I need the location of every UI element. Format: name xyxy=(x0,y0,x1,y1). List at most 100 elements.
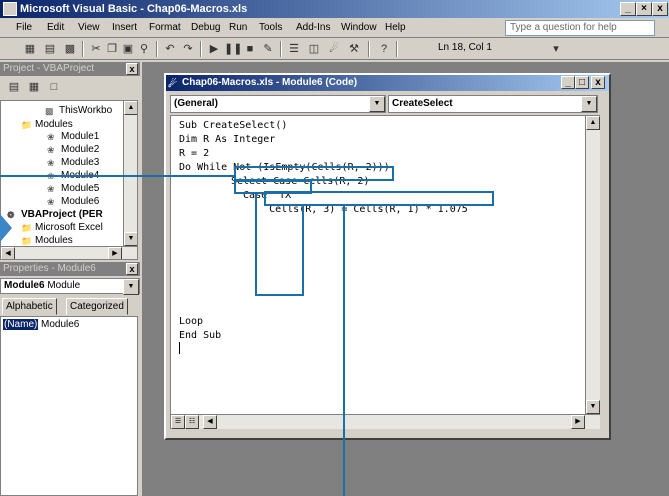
procedure-dropdown[interactable]: CreateSelect ▼ xyxy=(388,95,598,113)
redo-icon[interactable]: ↷ xyxy=(180,41,196,57)
procedure-dropdown-value: CreateSelect xyxy=(392,98,453,109)
full-module-view-icon[interactable]: ☷ xyxy=(185,415,199,429)
menu-view[interactable]: View xyxy=(78,21,100,35)
paste-icon[interactable]: ▣ xyxy=(120,41,136,57)
menu-add-ins[interactable]: Add-Ins xyxy=(296,21,330,35)
object-select[interactable]: Module6 Module ▼ xyxy=(0,278,140,295)
view-object-icon[interactable]: ▦ xyxy=(26,79,42,95)
toolbar-separator xyxy=(156,41,158,57)
tree-item-excel-objects[interactable]: 📁 Microsoft Excel xyxy=(21,222,103,234)
project-explorer: Project - VBAProject x ▤ ▦ □ ▩ ThisWorkbo… xyxy=(0,62,140,260)
project-tree[interactable]: ▩ ThisWorkbo 📁 Modules ❀ Module1 ❀ Module2 ❀… xyxy=(0,100,138,260)
scroll-up-icon[interactable]: ▲ xyxy=(124,101,137,115)
tree-item-thisworkbook[interactable]: ▩ ThisWorkbo xyxy=(45,105,112,117)
code-close-button[interactable]: x xyxy=(591,76,605,89)
menu-debug[interactable]: Debug xyxy=(191,21,220,35)
module-icon: ❀ xyxy=(47,158,55,168)
code-line[interactable]: Loop xyxy=(179,316,203,328)
prop-value[interactable]: Module6 xyxy=(41,319,79,330)
close-project-icon[interactable]: x xyxy=(126,63,138,75)
scroll-right-icon[interactable]: ▶ xyxy=(108,247,122,259)
folder-icon: 📁 xyxy=(21,236,33,246)
code-hscroll[interactable]: ☰ ☷ ◀ ▶ xyxy=(171,414,600,429)
menu-help[interactable]: Help xyxy=(385,21,406,35)
code-line[interactable]: R = 2 xyxy=(179,148,209,160)
restore-button[interactable]: × xyxy=(636,2,652,16)
toolbar-separator xyxy=(82,41,84,57)
toggle-folders-icon[interactable]: □ xyxy=(46,79,62,95)
title-bar[interactable]: Microsoft Visual Basic - Chap06-Macros.x… xyxy=(0,0,669,18)
break-icon[interactable]: ❚❚ xyxy=(224,41,242,57)
chevron-down-icon[interactable]: ▼ xyxy=(581,96,597,112)
tree-label-selected: Module6 xyxy=(61,196,100,207)
minimize-button[interactable]: _ xyxy=(620,2,636,16)
tree-item-modules-folder[interactable]: 📁 Modules xyxy=(21,119,73,131)
code-editor[interactable]: Sub CreateSelect() Dim R As Integer R = … xyxy=(170,115,600,429)
object-dropdown[interactable]: (General) ▼ xyxy=(170,95,386,113)
menu-edit[interactable]: Edit xyxy=(47,21,64,35)
code-line[interactable]: End Sub xyxy=(179,330,221,342)
help-icon[interactable]: ? xyxy=(376,41,392,57)
tree-item-module1[interactable]: ❀ Module1 xyxy=(47,131,99,143)
tab-categorized[interactable]: Categorized xyxy=(66,298,128,315)
code-line[interactable]: Dim R As Integer xyxy=(179,134,275,146)
scroll-left-icon[interactable]: ◀ xyxy=(203,415,217,429)
project-vscroll[interactable]: ▲ ▼ xyxy=(123,101,137,246)
close-button[interactable]: x xyxy=(652,2,668,16)
code-maximize-button[interactable]: □ xyxy=(575,76,589,89)
scroll-up-icon[interactable]: ▲ xyxy=(586,116,600,130)
object-select-name: Module6 xyxy=(4,280,45,291)
toolbar-options-icon[interactable]: ▾ xyxy=(548,41,564,57)
view-code-icon[interactable]: ▤ xyxy=(6,79,22,95)
code-vscroll[interactable]: ▲ ▼ xyxy=(585,116,600,414)
tree-item-module5[interactable]: ❀ Module5 xyxy=(47,183,99,195)
chevron-down-icon[interactable]: ▼ xyxy=(123,279,139,295)
save-icon[interactable]: ▩ xyxy=(62,41,78,57)
menu-tools[interactable]: Tools xyxy=(259,21,282,35)
code-window-caption[interactable]: ☄ Chap06-Macros.xls - Module6 (Code) _ □… xyxy=(166,75,609,91)
cut-icon[interactable]: ✂ xyxy=(88,41,104,57)
project-caption-text: Project - VBAProject xyxy=(3,63,95,74)
scroll-down-icon[interactable]: ▼ xyxy=(124,232,137,246)
close-properties-icon[interactable]: x xyxy=(126,263,138,275)
tab-alphabetic[interactable]: Alphabetic xyxy=(2,298,57,315)
run-icon[interactable]: ▶ xyxy=(206,41,222,57)
copy-icon[interactable]: ❐ xyxy=(104,41,120,57)
procedure-view-icon[interactable]: ☰ xyxy=(171,415,185,429)
reset-icon[interactable]: ■ xyxy=(242,41,258,57)
object-browser-icon[interactable]: ☄ xyxy=(326,41,342,57)
tree-item-module3[interactable]: ❀ Module3 xyxy=(47,157,99,169)
scroll-down-icon[interactable]: ▼ xyxy=(586,400,600,414)
tree-item-module6[interactable]: ❀ Module6 xyxy=(47,196,99,208)
menu-run[interactable]: Run xyxy=(229,21,247,35)
menu-window[interactable]: Window xyxy=(341,21,377,35)
scroll-right-icon[interactable]: ▶ xyxy=(571,415,585,429)
code-minimize-button[interactable]: _ xyxy=(561,76,575,89)
undo-icon[interactable]: ↶ xyxy=(162,41,178,57)
tree-label: Modules xyxy=(35,235,73,246)
prop-name[interactable]: (Name) xyxy=(3,319,39,330)
tree-label: Modules xyxy=(35,119,73,130)
project-explorer-icon[interactable]: ☰ xyxy=(286,41,302,57)
project-hscroll[interactable]: ◀ ▶ xyxy=(1,246,137,259)
tree-item-personal-project[interactable]: ❁ VBAProject (PER xyxy=(7,209,103,221)
scroll-left-icon[interactable]: ◀ xyxy=(1,247,15,259)
design-mode-icon[interactable]: ✎ xyxy=(260,41,276,57)
properties-grid: (Name) Module6 xyxy=(0,316,138,496)
menu-format[interactable]: Format xyxy=(149,21,181,35)
chevron-down-icon[interactable]: ▼ xyxy=(369,96,385,112)
properties-caption-text: Properties - Module6 xyxy=(3,263,96,274)
insert-module-icon[interactable]: ▤ xyxy=(42,41,58,57)
toolbox-icon[interactable]: ⚒ xyxy=(346,41,362,57)
menu-insert[interactable]: Insert xyxy=(112,21,137,35)
code-line[interactable]: Sub CreateSelect() xyxy=(179,120,287,132)
properties-window-icon[interactable]: ◫ xyxy=(306,41,322,57)
find-icon[interactable]: ⚲ xyxy=(136,41,152,57)
menu-bar: File Edit View Insert Format Debug Run T… xyxy=(0,18,669,38)
code-window: ☄ Chap06-Macros.xls - Module6 (Code) _ □… xyxy=(164,73,611,440)
tree-item-module2[interactable]: ❀ Module2 xyxy=(47,144,99,156)
ask-question-input[interactable]: Type a question for help xyxy=(505,20,655,36)
highlight-select-case xyxy=(234,166,394,181)
view-excel-icon[interactable]: ▦ xyxy=(22,41,38,57)
menu-file[interactable]: File xyxy=(16,21,32,35)
